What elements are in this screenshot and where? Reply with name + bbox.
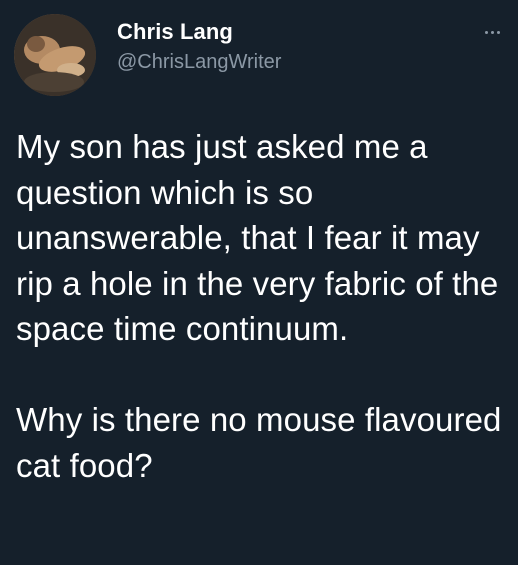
author-display-name[interactable]: Chris Lang: [117, 18, 281, 46]
tweet-text: My son has just asked me a question whic…: [16, 124, 506, 488]
tweet-card: Chris Lang @ChrisLangWriter My son has j…: [0, 0, 518, 565]
tweet-paragraph: Why is there no mouse flavoured cat food…: [16, 401, 502, 484]
avatar[interactable]: [14, 14, 96, 96]
author-info: Chris Lang @ChrisLangWriter: [117, 18, 281, 76]
more-options-icon: [484, 30, 500, 34]
author-handle[interactable]: @ChrisLangWriter: [117, 48, 281, 76]
tweet-paragraph: My son has just asked me a question whic…: [16, 128, 499, 347]
more-options-button[interactable]: [474, 20, 510, 44]
avatar-image: [14, 14, 96, 96]
